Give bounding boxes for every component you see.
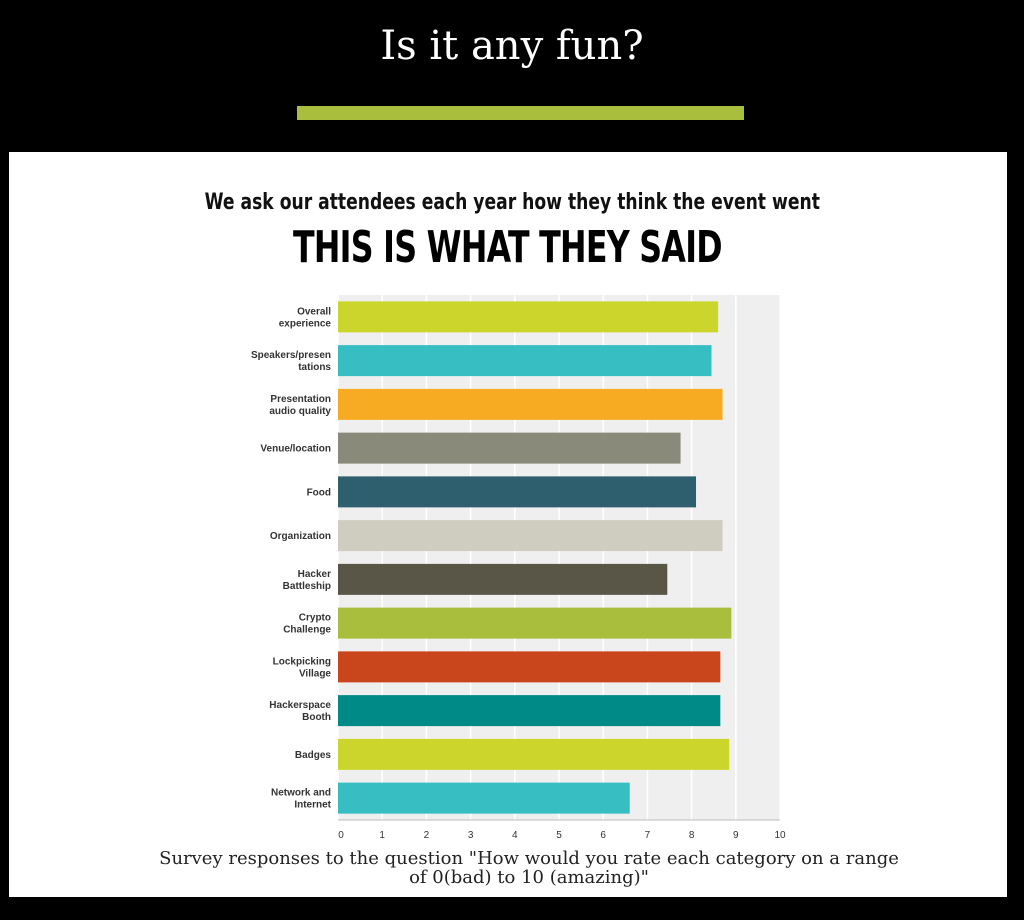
x-tick-label: 6	[600, 830, 606, 841]
category-label: Overall experience	[279, 306, 332, 329]
category-label: Lockpicking Village	[273, 656, 332, 679]
x-tick-label: 2	[424, 830, 430, 841]
bar	[338, 738, 730, 770]
x-tick-label: 4	[512, 830, 518, 841]
bar	[338, 782, 630, 814]
bar	[338, 432, 681, 464]
category-label: Crypto Challenge	[283, 613, 331, 636]
category-label: Network and Internet	[271, 788, 332, 811]
bar	[338, 301, 719, 333]
rating-bar-chart: 0 1 2 3 4 5 6 7 8 9 10 Overall experience Speakers/pr…	[251, 295, 786, 841]
x-tick-label: 7	[645, 830, 651, 841]
bar	[338, 345, 712, 377]
caption-line-1: Survey responses to the question "How wo…	[159, 848, 899, 869]
chart-caption: Survey responses to the question "How wo…	[0, 849, 1024, 887]
bar	[338, 607, 732, 639]
bar	[338, 476, 697, 508]
bar	[338, 563, 668, 595]
intro-text: We ask our attendees each year how they …	[204, 190, 820, 215]
bar	[338, 520, 723, 552]
x-tick-label: 5	[556, 830, 562, 841]
bar	[338, 695, 721, 727]
category-label: Organization	[270, 531, 331, 542]
x-tick-label: 10	[774, 830, 786, 841]
category-label: Speakers/presen tations	[251, 350, 331, 373]
x-tick-label: 0	[338, 830, 344, 841]
x-tick-label: 3	[468, 830, 474, 841]
category-label: Food	[307, 487, 331, 498]
category-label: Badges	[295, 750, 332, 761]
category-label: Hacker Battleship	[283, 569, 331, 592]
x-tick-label: 1	[379, 830, 385, 841]
caption-line-2: of 0(bad) to 10 (amazing)"	[409, 867, 649, 888]
x-tick-label: 8	[689, 830, 695, 841]
category-label: Venue/location	[260, 444, 331, 455]
bar	[338, 651, 721, 683]
x-tick-label: 9	[733, 830, 739, 841]
headline: THIS IS WHAT THEY SAID	[292, 222, 723, 273]
category-label: Hackerspace Booth	[269, 700, 331, 723]
category-label: Presentation audio quality	[269, 394, 331, 417]
bar	[338, 388, 723, 420]
